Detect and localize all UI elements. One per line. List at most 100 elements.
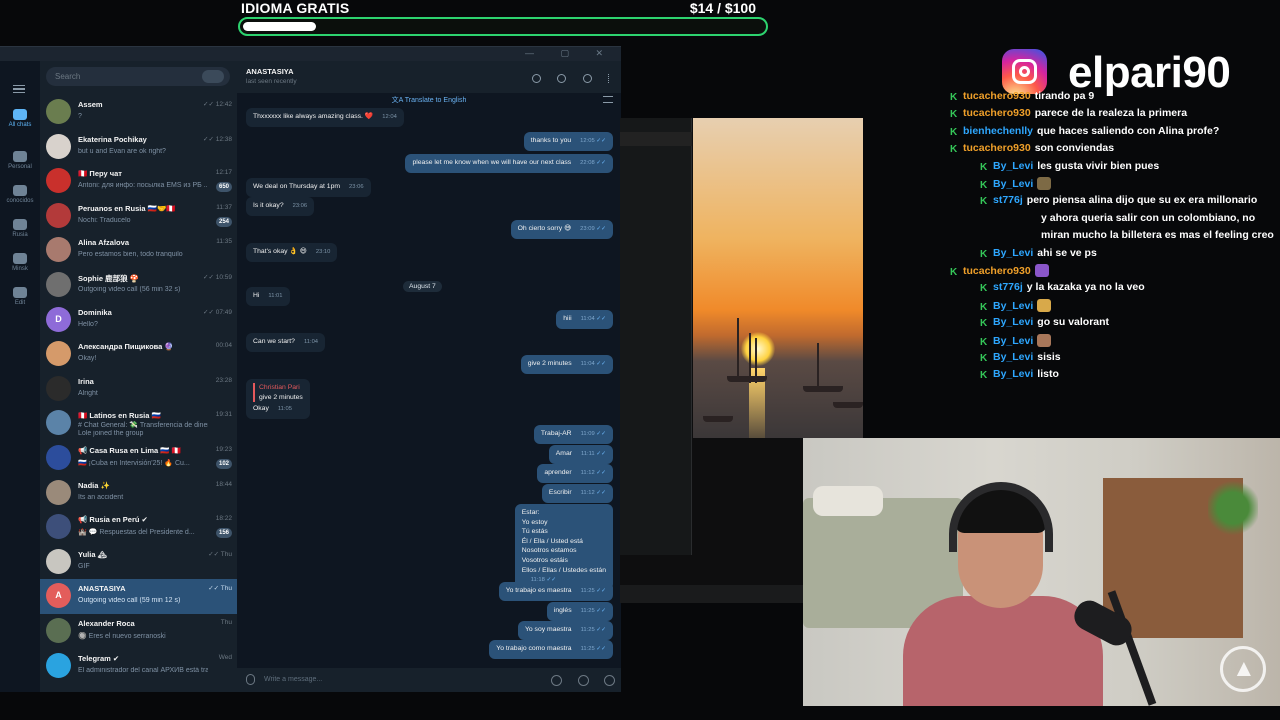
avatar bbox=[46, 99, 71, 124]
chat-username[interactable]: By_Levi bbox=[993, 247, 1033, 259]
chat-username[interactable]: st776j bbox=[993, 281, 1023, 293]
moderator-badge-icon: K bbox=[980, 161, 988, 173]
chat-username[interactable]: tucachero930 bbox=[963, 107, 1031, 119]
chat-list-item[interactable]: 📢 Rusia en Perú ✔ 🏰 💬 Respuestas del Pres… bbox=[40, 510, 237, 545]
outgoing-message[interactable]: Trabaj-AR 11:09 bbox=[533, 425, 613, 444]
message-text: Escribir bbox=[548, 489, 572, 496]
folder-icon bbox=[13, 287, 27, 298]
chat-list-item[interactable]: D Dominika Hello? ✓✓ 07:49 bbox=[40, 303, 237, 338]
chat-preview: 🏰 💬 Respuestas del Presidente d... bbox=[78, 529, 195, 537]
outgoing-message[interactable]: Amar 11:11 bbox=[548, 445, 613, 464]
message-line: Él / Ella / Usted está bbox=[521, 537, 583, 545]
folder-rusia[interactable]: Rusia bbox=[0, 219, 40, 238]
window-titlebar[interactable]: — ▢ ✕ bbox=[0, 47, 621, 61]
message-line: Yo estoy bbox=[521, 518, 548, 526]
translate-settings-icon[interactable] bbox=[603, 96, 613, 103]
microphone-icon[interactable] bbox=[604, 675, 615, 686]
chat-list-item[interactable]: Irina Alright 23:28 bbox=[40, 372, 237, 407]
incoming-message[interactable]: Is it okay? 23:06 bbox=[246, 197, 315, 216]
chat-username[interactable]: st776j bbox=[993, 194, 1023, 206]
folder-all-chats[interactable]: All chats bbox=[0, 109, 40, 128]
outgoing-message[interactable]: Oh cierto sorry 😅 23:09 bbox=[510, 220, 613, 239]
phone-icon[interactable] bbox=[557, 74, 567, 83]
search-icon[interactable] bbox=[531, 74, 541, 83]
chat-list-item[interactable]: 🇵🇪 Latinos en Rusia 🇷🇺 # Chat General: 💸 … bbox=[40, 406, 237, 441]
folder-conocidos[interactable]: conocidos bbox=[0, 185, 40, 204]
chat-list-item[interactable]: Ekaterina Pochikay but u and Evan are ok … bbox=[40, 130, 237, 165]
folder-label: All chats bbox=[8, 122, 32, 128]
bot-commands-icon[interactable] bbox=[551, 675, 563, 686]
incoming-message[interactable]: Can we start? 11:04 bbox=[246, 333, 326, 352]
outgoing-message[interactable]: Yo soy maestra 11:25 bbox=[517, 621, 613, 640]
incoming-message[interactable]: Christian Pari give 2 minutes Okay 11:05 bbox=[246, 379, 310, 419]
chat-list-item[interactable]: A ANASTASIYA Outgoing video call (59 min 1… bbox=[40, 579, 237, 614]
incoming-message[interactable]: Hi 11:01 bbox=[246, 287, 290, 306]
chat-username[interactable]: By_Levi bbox=[993, 335, 1033, 347]
outgoing-message[interactable]: Yo trabajo como maestra 11:25 bbox=[489, 640, 613, 659]
chat-list-item[interactable]: 🇵🇪 Перу чат Antoni: для инфо: посылка EMS… bbox=[40, 164, 237, 199]
outgoing-message[interactable]: hiii 11:04 bbox=[556, 310, 613, 329]
chat-list-item[interactable]: Alexander Roca 🔘 Eres el nuevo serranoski… bbox=[40, 614, 237, 649]
outgoing-message[interactable]: please let me know when we will have our… bbox=[405, 154, 613, 173]
reply-quote[interactable]: Christian Pari give 2 minutes bbox=[253, 383, 303, 403]
chat-message: K By_Levi go su valorant bbox=[980, 316, 1109, 329]
emoji-icon[interactable] bbox=[577, 675, 589, 686]
chat-list-item[interactable]: Nadia ✨ Its an accident 18:44 bbox=[40, 476, 237, 511]
message-input[interactable]: Write a message... bbox=[264, 676, 322, 683]
incoming-message[interactable]: We deal on Thursday at 1pm 23:06 bbox=[246, 178, 371, 197]
chat-username[interactable]: By_Levi bbox=[993, 178, 1033, 190]
folder-edit[interactable]: Edit bbox=[0, 287, 40, 306]
chat-message: Kbienhechenlly que haces saliendo con Ali… bbox=[950, 125, 1219, 138]
folder-personal[interactable]: Personal bbox=[0, 151, 40, 170]
chat-message: Kst776j pero piensa alina dijo que su ex … bbox=[980, 194, 1257, 207]
chat-list-item[interactable]: Assem? ✓✓ 12:42 bbox=[40, 95, 237, 130]
chat-list-item[interactable]: Peruanos en Rusia 🇷🇺🤝🇵🇪 Nochi: Traducelo 1… bbox=[40, 199, 237, 234]
chat-username[interactable]: By_Levi bbox=[993, 316, 1033, 328]
translate-button[interactable]: 文A Translate to English bbox=[237, 95, 621, 107]
chat-list-item[interactable]: Yulia 🏔 GIF ✓✓ Thu bbox=[40, 545, 237, 580]
folder-minsk[interactable]: Minsk bbox=[0, 253, 40, 272]
outgoing-message[interactable]: Estar: Yo estoy Tú estás Él / Ella / Usted … bbox=[514, 504, 613, 590]
message-time: 11:25 bbox=[581, 608, 606, 614]
search-input[interactable]: Search bbox=[46, 67, 230, 86]
chat-username[interactable]: tucachero930 bbox=[963, 142, 1031, 154]
more-icon[interactable] bbox=[608, 74, 611, 83]
chat-name: 📢 Rusia en Perú ✔ bbox=[78, 515, 148, 525]
chat-list-item[interactable]: Telegram ✔ El administrador del canal АРХ… bbox=[40, 649, 237, 684]
outgoing-message[interactable]: give 2 minutes 11:04 bbox=[520, 355, 613, 374]
chat-time: ✓✓ Thu bbox=[208, 585, 232, 593]
chat-username[interactable]: By_Levi bbox=[993, 368, 1033, 380]
message-time: 12:04 bbox=[382, 114, 397, 120]
window-controls-icon[interactable]: — ▢ ✕ bbox=[525, 48, 615, 59]
avatar bbox=[46, 202, 71, 228]
sidebar-toggle-icon[interactable] bbox=[582, 74, 592, 83]
outgoing-message[interactable]: Escribir 11:12 bbox=[541, 484, 613, 503]
chat-text: tirando pa 9 bbox=[1034, 90, 1095, 102]
attach-icon[interactable] bbox=[246, 674, 255, 685]
incoming-message[interactable]: Thxxxxxx like always amazing class. ❤️ 12… bbox=[246, 108, 404, 127]
avatar bbox=[46, 410, 71, 436]
chat-username[interactable]: bienhechenlly bbox=[963, 125, 1033, 137]
chat-name: Sophie 鹿部狼 🍄 bbox=[78, 273, 140, 283]
chat-username[interactable]: By_Levi bbox=[993, 300, 1033, 312]
moderator-badge-icon: K bbox=[980, 336, 988, 348]
chat-username[interactable]: tucachero930 bbox=[963, 265, 1031, 277]
message-line: Nosotros estamos bbox=[521, 547, 577, 555]
chat-username[interactable]: By_Levi bbox=[993, 160, 1033, 172]
chat-list-item[interactable]: Alina Afzalova Pero estamos bien, todo tr… bbox=[40, 233, 237, 268]
chat-preview: Outgoing video call (59 min 12 s) bbox=[78, 597, 181, 605]
chat-username[interactable]: By_Levi bbox=[993, 351, 1033, 363]
stories-avatars[interactable] bbox=[202, 70, 224, 83]
chat-list-item[interactable]: Александра Пищикова 🔮 Okay! 00:04 bbox=[40, 337, 237, 372]
chat-list-item[interactable]: Sophie 鹿部狼 🍄 Outgoing video call (56 min … bbox=[40, 268, 237, 303]
outgoing-message[interactable]: aprender 11:12 bbox=[537, 464, 613, 483]
outgoing-message[interactable]: inglés 11:25 bbox=[546, 602, 613, 621]
incoming-message[interactable]: That's okay 👌 😄 23:10 bbox=[246, 243, 338, 262]
outgoing-message[interactable]: Yo trabajo es maestra 11:25 bbox=[498, 582, 613, 601]
chat-list-item[interactable]: 📢 Casa Rusa en Lima 🇷🇺 🇵🇪 🇷🇺 ¡Cuba en Int… bbox=[40, 441, 237, 476]
outgoing-message[interactable]: thanks to you 12:05 bbox=[523, 132, 613, 151]
chat-username[interactable]: tucachero930 bbox=[963, 90, 1031, 102]
chat-header[interactable]: ANASTASIYA last seen recently bbox=[237, 61, 621, 93]
menu-icon[interactable] bbox=[13, 85, 25, 93]
folder-icon bbox=[13, 253, 27, 264]
